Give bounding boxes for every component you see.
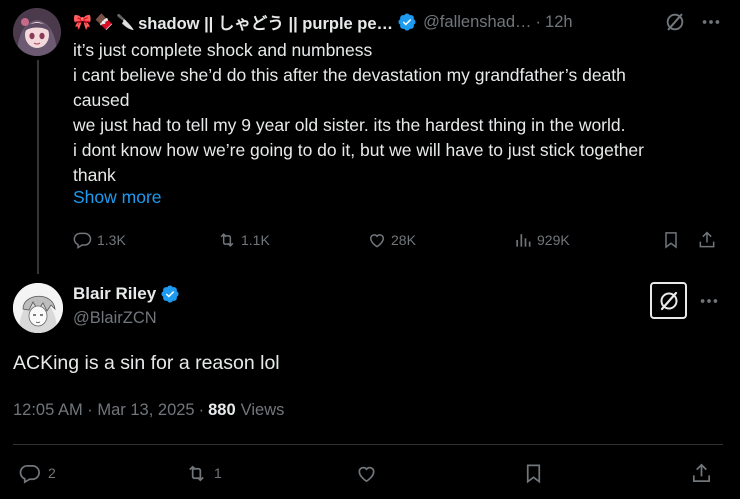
avatar-blair-riley[interactable] — [13, 283, 63, 333]
like-icon — [369, 234, 385, 248]
parent-tweet-header: 🎀 🍫 🔪 shadow || しゃどう || purple pe… @fall… — [73, 10, 728, 34]
grok-icon[interactable] — [664, 11, 686, 33]
parent-display-name[interactable]: shadow || しゃどう || purple pe… — [138, 10, 393, 34]
body-line: i cant believe she’d do this after the d… — [73, 65, 626, 85]
verified-badge-icon — [398, 13, 416, 31]
main-display-name[interactable]: Blair Riley — [73, 284, 156, 304]
repost-icon — [189, 465, 204, 481]
repost-count: 1.1K — [241, 232, 270, 248]
repost-button[interactable]: 1.1K — [217, 228, 270, 252]
reply-count: 2 — [48, 465, 56, 481]
like-button[interactable]: 28K — [367, 228, 416, 252]
main-views-count: 880 — [208, 401, 236, 419]
share-button[interactable] — [690, 459, 719, 487]
divider — [13, 444, 723, 445]
views-count: 929K — [537, 232, 570, 248]
main-timestamp[interactable]: 12:05 AM · Mar 13, 2025 — [13, 401, 195, 420]
avatar-shadow[interactable] — [13, 8, 61, 56]
verified-badge-icon — [161, 285, 179, 303]
reply-button[interactable]: 2 — [19, 459, 56, 487]
bookmark-icon — [665, 232, 677, 249]
repost-button[interactable]: 1 — [185, 459, 222, 487]
share-icon — [699, 231, 715, 248]
share-button[interactable] — [697, 228, 721, 252]
main-tweet-meta: 12:05 AM · Mar 13, 2025 · 880 Views — [13, 401, 284, 420]
repost-icon — [220, 233, 234, 247]
bookmark-button[interactable] — [522, 459, 551, 487]
body-line: we just had to tell my 9 year old sister… — [73, 115, 626, 135]
views-icon — [516, 234, 531, 247]
more-icon[interactable] — [698, 290, 720, 312]
body-line: thank — [73, 165, 116, 185]
parent-handle[interactable]: @fallenshad… — [423, 13, 531, 32]
parent-action-bar: 1.3K 1.1K 28K 929K — [73, 228, 725, 252]
ribbon-emoji: 🎀 — [73, 13, 92, 31]
main-tweet-author: Blair Riley — [73, 284, 180, 304]
body-line: i dont know how we’re going to do it, bu… — [73, 140, 644, 160]
thread-line — [37, 60, 39, 274]
like-button[interactable] — [355, 459, 384, 487]
reply-icon — [73, 232, 92, 249]
parent-tweet-body: it’s just complete shock and numbness i … — [73, 38, 723, 188]
repost-count: 1 — [214, 465, 222, 481]
show-more-link[interactable]: Show more — [73, 187, 162, 208]
reply-button[interactable]: 1.3K — [73, 228, 126, 252]
bookmark-button[interactable] — [661, 228, 685, 252]
main-handle[interactable]: @BlairZCN — [73, 309, 157, 328]
grok-icon — [660, 291, 677, 310]
more-icon[interactable] — [700, 11, 722, 33]
knife-emoji: 🔪 — [116, 13, 136, 31]
like-count: 28K — [391, 232, 416, 248]
main-tweet-text: ACKing is a sin for a reason lol — [13, 352, 280, 374]
separator-dot: · — [535, 12, 542, 31]
parent-timestamp[interactable]: 12h — [545, 13, 573, 32]
bookmark-icon — [526, 463, 541, 483]
separator-dot: · — [198, 401, 205, 419]
reply-count: 1.3K — [97, 232, 126, 248]
main-views-label: Views — [240, 401, 285, 419]
main-action-bar: 2 1 — [13, 459, 725, 487]
reply-icon — [19, 464, 40, 484]
parent-tweet[interactable]: 🎀 🍫 🔪 shadow || しゃどう || purple pe… @fall… — [0, 0, 740, 274]
grok-button[interactable] — [650, 282, 687, 319]
body-line: it’s just complete shock and numbness — [73, 40, 373, 60]
share-icon — [692, 463, 711, 482]
chocolate-emoji: 🍫 — [94, 13, 114, 31]
like-icon — [358, 466, 375, 482]
body-line: caused — [73, 90, 130, 110]
views-button[interactable]: 929K — [513, 228, 570, 252]
